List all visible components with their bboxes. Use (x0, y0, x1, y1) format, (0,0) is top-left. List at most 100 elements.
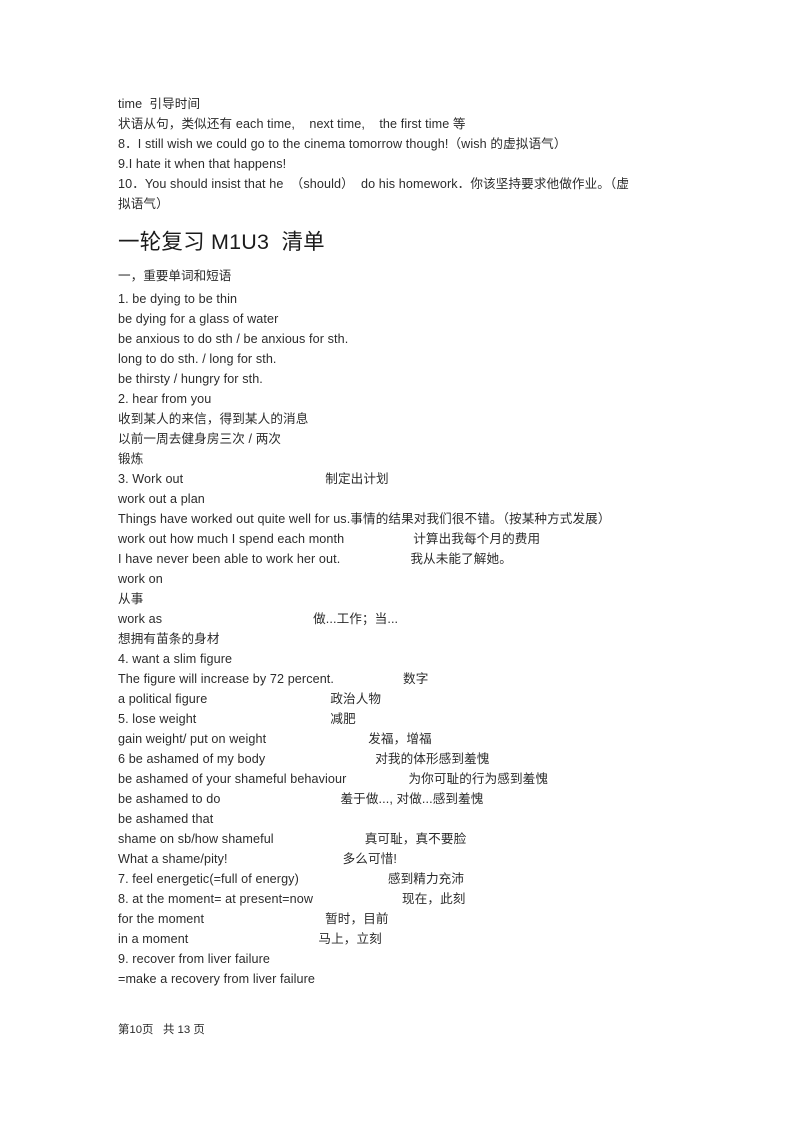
vocab-term: 5. lose weight (118, 712, 197, 726)
vocab-term: be dying for a glass of water (118, 312, 279, 326)
vocab-gloss: 暂时，目前 (325, 912, 389, 926)
vocab-row: 锻炼 (118, 449, 678, 469)
vocab-row: work as 做...工作；当... (118, 609, 678, 629)
vocab-gloss: 数字 (403, 672, 429, 686)
vocab-gloss: 感到精力充沛 (387, 872, 465, 886)
vocab-row: long to do sth. / long for sth. (118, 349, 678, 369)
vocab-row: 想拥有苗条的身材 (118, 629, 678, 649)
vocab-term: 4. want a slim figure (118, 652, 233, 666)
vocab-term: 6 be ashamed of my body (118, 752, 266, 766)
vocab-row: 2. hear from you (118, 389, 678, 409)
section-label: 一，重要单词和短语 (118, 269, 232, 283)
vocab-term: 1. be dying to be thin (118, 292, 238, 306)
vocab-row: be dying for a glass of water (118, 309, 678, 329)
vocab-gloss: 为你可耻的行为感到羞愧 (408, 772, 549, 786)
vocab-row: work out how much I spend each month 计算出我… (118, 529, 678, 549)
vocab-row: 7. feel energetic(=full of energy) 感到精力充沛 (118, 869, 678, 889)
document-page: time 引导时间状语从句，类似还有 each time, next time,… (0, 0, 794, 1123)
vocab-term: in a moment (118, 932, 189, 946)
vocab-term: =make a recovery from liver failure (118, 972, 316, 986)
vocab-term: The figure will increase by 72 percent. (118, 672, 335, 686)
vocab-term: gain weight/ put on weight (118, 732, 267, 746)
vocab-term: for the moment (118, 912, 205, 926)
vocab-row: 9. recover from liver failure (118, 949, 678, 969)
vocab-term: be ashamed that (118, 812, 214, 826)
vocab-term: 7. feel energetic(=full of energy) (118, 872, 299, 886)
vocab-row: 6 be ashamed of my body 对我的体形感到羞愧 (118, 749, 678, 769)
vocab-gloss: 羞于做..., 对做...感到羞愧 (340, 792, 484, 806)
vocab-term: 锻炼 (118, 452, 144, 466)
vocab-term: long to do sth. / long for sth. (118, 352, 277, 366)
vocab-term: 3. Work out (118, 472, 184, 486)
vocab-gloss: 制定出计划 (325, 472, 389, 486)
vocab-term: a political figure (118, 692, 208, 706)
vocab-gloss: 做...工作；当... (313, 612, 399, 626)
vocab-term: work out a plan (118, 492, 205, 506)
vocab-row: for the moment 暂时，目前 (118, 909, 678, 929)
vocab-gloss: 计算出我每个月的费用 (413, 532, 541, 546)
vocab-gloss: 真可耻，真不要脸 (364, 832, 467, 846)
vocab-gloss: 现在，此刻 (402, 892, 466, 906)
vocab-gloss: 发福，增福 (368, 732, 432, 746)
vocab-term: work out how much I spend each month (118, 532, 345, 546)
page-footer: 第10页 共 13 页 (118, 1024, 205, 1036)
vocab-term: 以前一周去健身房三次 / 两次 (118, 432, 282, 446)
vocab-term: shame on sb/how shameful (118, 832, 274, 846)
vocab-term: I have never been able to work her out. (118, 552, 341, 566)
vocab-row: 8. at the moment= at present=now 现在，此刻 (118, 889, 678, 909)
vocabulary-list: 1. be dying to be thin be dying for a gla… (118, 289, 678, 989)
intro-line: 拟语气） (118, 197, 169, 211)
vocab-term: 2. hear from you (118, 392, 212, 406)
vocab-row: The figure will increase by 72 percent. 数… (118, 669, 678, 689)
intro-line: 状语从句，类似还有 each time, next time, the firs… (118, 117, 466, 131)
vocab-row: 3. Work out 制定出计划 (118, 469, 678, 489)
vocab-gloss: 马上，立刻 (318, 932, 382, 946)
intro-line: 9.I hate it when that happens! (118, 157, 287, 171)
vocab-gloss: 对我的体形感到羞愧 (375, 752, 490, 766)
vocab-term: work as (118, 612, 163, 626)
page-title: 一轮复习 M1U3 清单 (118, 230, 325, 254)
vocab-row: work out a plan (118, 489, 678, 509)
vocab-row: I have never been able to work her out. 我… (118, 549, 678, 569)
vocab-row: shame on sb/how shameful 真可耻，真不要脸 (118, 829, 678, 849)
vocab-term: What a shame/pity! (118, 852, 228, 866)
vocab-row: What a shame/pity! 多么可惜! (118, 849, 678, 869)
vocab-row: be thirsty / hungry for sth. (118, 369, 678, 389)
vocab-row: gain weight/ put on weight 发福，增福 (118, 729, 678, 749)
vocab-term: 想拥有苗条的身材 (118, 632, 220, 646)
vocab-row: 1. be dying to be thin (118, 289, 678, 309)
vocab-term: 8. at the moment= at present=now (118, 892, 314, 906)
vocab-row: in a moment 马上，立刻 (118, 929, 678, 949)
document-body: time 引导时间状语从句，类似还有 each time, next time,… (118, 94, 678, 989)
vocab-term: be thirsty / hungry for sth. (118, 372, 263, 386)
vocab-row: 5. lose weight 减肥 (118, 709, 678, 729)
vocab-row: 收到某人的来信，得到某人的消息 (118, 409, 678, 429)
vocab-row: 4. want a slim figure (118, 649, 678, 669)
vocab-term: 9. recover from liver failure (118, 952, 270, 966)
vocab-gloss: 减肥 (330, 712, 356, 726)
vocab-gloss: 政治人物 (330, 692, 382, 706)
intro-block: time 引导时间状语从句，类似还有 each time, next time,… (118, 94, 678, 214)
vocab-term: be anxious to do sth / be anxious for st… (118, 332, 349, 346)
vocab-row: be anxious to do sth / be anxious for st… (118, 329, 678, 349)
vocab-row: be ashamed that (118, 809, 678, 829)
vocab-row: Things have worked out quite well for us… (118, 509, 678, 529)
intro-line: 10．You should insist that he （should） do… (118, 177, 630, 191)
vocab-gloss: 我从未能了解她。 (410, 552, 512, 566)
vocab-row: 从事 (118, 589, 678, 609)
vocab-term: 收到某人的来信，得到某人的消息 (118, 412, 309, 426)
vocab-gloss: 多么可惜! (342, 852, 397, 866)
vocab-row: work on (118, 569, 678, 589)
vocab-term: be ashamed of your shameful behaviour (118, 772, 347, 786)
vocab-row: a political figure 政治人物 (118, 689, 678, 709)
intro-line: 8．I still wish we could go to the cinema… (118, 137, 567, 151)
vocab-term: be ashamed to do (118, 792, 221, 806)
vocab-row: =make a recovery from liver failure (118, 969, 678, 989)
vocab-row: be ashamed of your shameful behaviour 为你可… (118, 769, 678, 789)
vocab-term: 从事 (118, 592, 144, 606)
vocab-row: 以前一周去健身房三次 / 两次 (118, 429, 678, 449)
vocab-term: work on (118, 572, 163, 586)
vocab-term: Things have worked out quite well for us… (118, 512, 611, 526)
intro-line: time 引导时间 (118, 97, 201, 111)
vocab-row: be ashamed to do 羞于做..., 对做...感到羞愧 (118, 789, 678, 809)
